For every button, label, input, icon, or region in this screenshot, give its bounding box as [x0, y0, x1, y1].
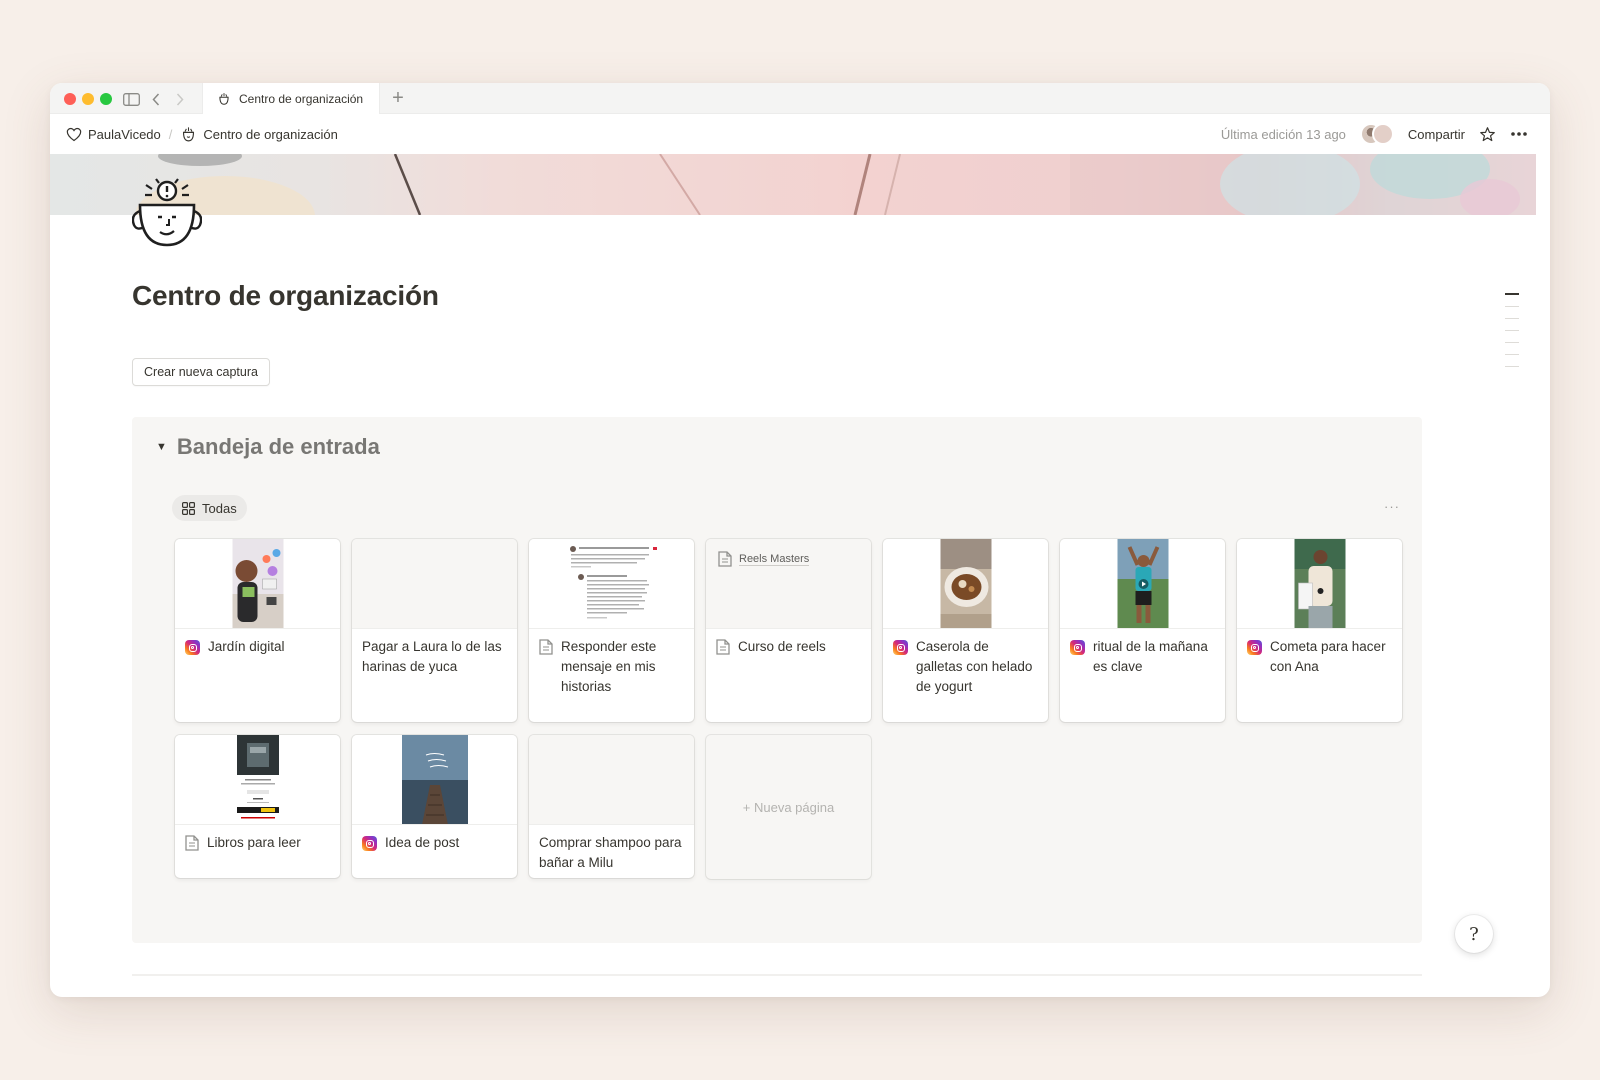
forward-arrow-icon[interactable] [174, 90, 186, 108]
gallery-card[interactable]: Jardín digital [175, 539, 340, 722]
card-title: Cometa para hacer con Ana [1270, 639, 1386, 674]
breadcrumb-workspace[interactable]: PaulaVicedo [66, 127, 161, 142]
card-cover-note: Reels Masters [718, 551, 810, 567]
card-title: Idea de post [385, 835, 460, 850]
instagram-icon [185, 640, 200, 655]
gallery-card[interactable]: Libros para leer [175, 735, 340, 878]
page-icon [716, 639, 730, 655]
view-tab-todas[interactable]: Todas [172, 495, 247, 521]
gallery-card[interactable]: Cometa para hacer con Ana [1237, 539, 1402, 722]
gallery-card[interactable]: Reels Masters Curso de reels [706, 539, 871, 722]
star-icon[interactable] [1479, 126, 1496, 143]
sidebar-toggle-icon[interactable] [122, 90, 140, 108]
card-title: Jardín digital [208, 639, 285, 654]
card-cover-message-screenshot [570, 546, 657, 619]
gallery-card[interactable]: Idea de post [352, 735, 517, 878]
instagram-icon [1247, 640, 1262, 655]
gallery-card[interactable]: Pagar a Laura lo de las harinas de yuca [352, 539, 517, 722]
card-title: Pagar a Laura lo de las harinas de yuca [362, 639, 502, 674]
back-arrow-icon[interactable] [150, 90, 162, 108]
tab-centro-de-organizacion[interactable]: Centro de organización [202, 83, 380, 114]
tab-strip: Centro de organización + [50, 83, 1550, 114]
avatar [1371, 123, 1394, 145]
gallery-card[interactable]: Responder este mensaje en mis historias [529, 539, 694, 722]
more-options-icon[interactable] [1510, 131, 1528, 137]
card-title: ritual de la mañana es clave [1093, 639, 1208, 674]
last-edited-text: Última edición 13 ago [1220, 126, 1346, 142]
brain-mug-icon [132, 178, 202, 247]
workspace-name: PaulaVicedo [88, 126, 161, 142]
divider [132, 974, 1422, 976]
gallery-more-button[interactable]: ··· [1384, 499, 1400, 514]
gallery-card[interactable]: Caserola de galletas con helado de yogur… [883, 539, 1048, 722]
card-title: Caserola de galletas con helado de yogur… [916, 639, 1033, 694]
minimize-window-button[interactable] [82, 93, 94, 105]
inbox-section: ▼ Bandeja de entrada Todas ··· Jardín di… [132, 417, 1422, 943]
share-button[interactable]: Compartir [1408, 127, 1465, 142]
card-title: Comprar shampoo para bañar a Milu [539, 835, 682, 870]
collaborator-avatars[interactable] [1359, 123, 1394, 145]
inbox-title: Bandeja de entrada [176, 434, 380, 459]
create-capture-button[interactable]: Crear nueva captura [132, 358, 270, 386]
new-tab-button[interactable]: + [388, 88, 408, 109]
tab-title: Centro de organización [239, 91, 364, 106]
help-button[interactable]: ? [1455, 915, 1493, 953]
card-cover-blank [529, 735, 694, 825]
card-title: Curso de reels [738, 639, 826, 654]
gallery-card[interactable]: Comprar shampoo para bañar a Milu [529, 735, 694, 878]
card-cover-photo [232, 539, 283, 628]
card-title: Libros para leer [207, 835, 301, 850]
new-page-card[interactable]: + Nueva página [706, 735, 871, 879]
breadcrumb-separator: / [168, 126, 173, 142]
browser-window: Centro de organización + PaulaVicedo / C… [50, 83, 1550, 997]
view-tab-label: Todas [202, 500, 237, 516]
instagram-icon [893, 640, 908, 655]
inbox-toggle[interactable]: ▼ Bandeja de entrada [156, 434, 380, 460]
page-topbar: PaulaVicedo / Centro de organización Últ… [50, 114, 1550, 154]
gallery-card[interactable]: ritual de la mañana es clave [1060, 539, 1225, 722]
maximize-window-button[interactable] [100, 93, 112, 105]
card-cover-book-screenshot [237, 735, 279, 819]
card-cover-photo [940, 539, 991, 628]
instagram-icon [362, 836, 377, 851]
page-icon [539, 639, 553, 655]
card-cover-blank [352, 539, 517, 629]
table-of-contents-minimap[interactable] [1505, 293, 1519, 378]
page-title: Centro de organización [132, 280, 439, 311]
card-cover-text: Reels Masters [739, 552, 810, 566]
card-cover-photo [1117, 539, 1168, 628]
page-icon [718, 551, 732, 567]
card-title: Responder este mensaje en mis historias [561, 639, 657, 694]
card-cover-photo [401, 735, 468, 824]
instagram-icon [1070, 640, 1085, 655]
triangle-down-icon: ▼ [156, 441, 167, 453]
page-emoji-icon [183, 126, 195, 141]
gallery-grid-icon [182, 501, 195, 515]
close-window-button[interactable] [64, 93, 76, 105]
card-cover-photo [1294, 539, 1345, 628]
heart-icon [66, 127, 82, 141]
help-label: ? [1469, 923, 1479, 945]
breadcrumb-page-label: Centro de organización [203, 126, 338, 142]
page-cover-image [50, 154, 1536, 215]
page-emoji-icon [219, 92, 229, 105]
breadcrumb-page[interactable]: Centro de organización [180, 126, 338, 143]
page-icon [185, 835, 199, 851]
